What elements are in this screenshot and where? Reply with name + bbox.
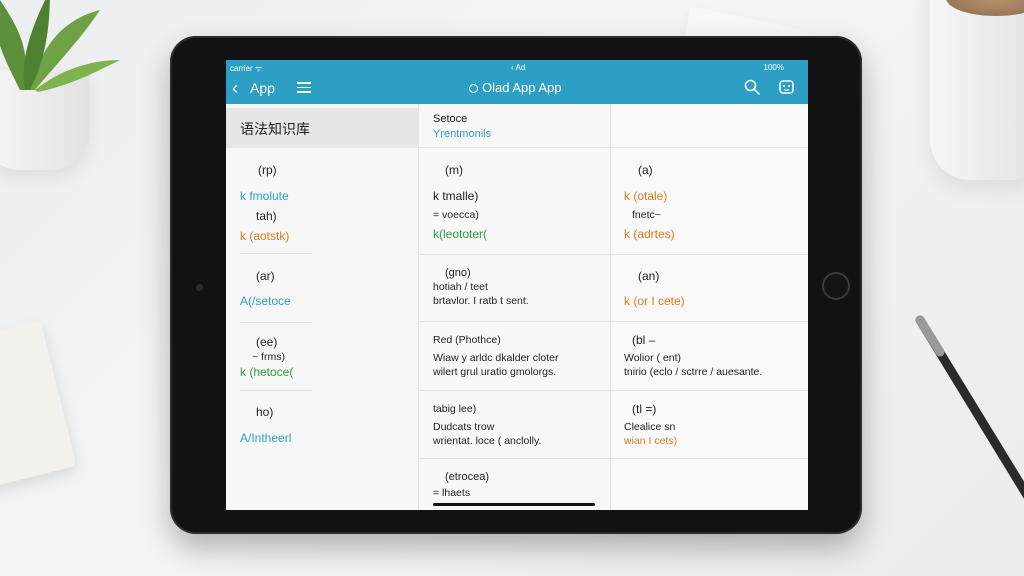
entry-line: (ee) — [256, 335, 278, 349]
plant-leaves-icon — [0, 0, 120, 92]
app-title: Olad App App — [469, 80, 562, 95]
entry-line: wilert grul uratio gmolorgs. — [433, 366, 557, 378]
tablet-screen: carrier ᯤ ‹ Ad 100% ‹ App Olad App App 语… — [226, 60, 808, 510]
entry-line: Dudcats trow — [433, 421, 495, 433]
entry-line: Red (Phothce) — [433, 334, 501, 346]
entry-line: ~ frms) — [252, 351, 285, 363]
divider — [419, 458, 611, 459]
entry-line: (etrocea) — [445, 471, 490, 483]
list-item[interactable]: (a) k (otale) fnetc~ k (adrtes) — [624, 162, 675, 242]
divider — [240, 253, 312, 254]
list-item[interactable]: (m) k tmalle) = voecca) k(leototer( — [433, 162, 487, 242]
divider — [419, 390, 611, 391]
entry-line: k (adrtes) — [624, 227, 675, 241]
list-item[interactable]: ho) A/Intheerl — [240, 404, 291, 446]
list-item[interactable]: tabig lee) Dudcats trow wrientat. loce (… — [433, 402, 541, 448]
column-header-title: Setoce — [433, 113, 468, 125]
list-item[interactable]: (etrocea) = lhaets — [433, 470, 489, 500]
chevron-left-icon[interactable]: ‹ — [232, 79, 238, 97]
entry-line: k (aotstk) — [240, 229, 290, 243]
entry-line: (tl =) — [632, 402, 657, 416]
pen-decor — [915, 315, 1024, 499]
entry-line: k (otale) — [624, 189, 668, 203]
knowledge-base-title: 语法知识库 — [226, 108, 419, 148]
divider — [611, 458, 808, 459]
list-item[interactable]: (gno) hotiah / teet brtavlor. I ratb t s… — [433, 266, 529, 308]
entry-line: Clealice sn — [624, 421, 676, 433]
divider — [611, 321, 808, 322]
list-item[interactable]: (tl =) Clealice sn wian I cets) — [624, 402, 677, 448]
entry-line: tah) — [256, 209, 277, 223]
search-icon[interactable] — [744, 79, 760, 95]
entry-line: Wiaw y arldc dkalder cloter — [433, 352, 559, 364]
entry-line: (ar) — [256, 269, 275, 283]
app-navigation-bar: carrier ᯤ ‹ Ad 100% ‹ App Olad App App — [226, 60, 808, 104]
column-header: Setoce Yrentmonils — [419, 104, 611, 148]
entry-line: k (hetoce( — [240, 365, 294, 379]
entry-line: (gno) — [445, 267, 471, 279]
back-button[interactable]: App — [250, 80, 275, 96]
entry-line: (m) — [445, 163, 463, 177]
status-battery: 100% — [763, 63, 784, 72]
entry-line: hotiah / teet — [433, 281, 488, 293]
profile-icon[interactable] — [778, 78, 795, 95]
entry-line: = lhaets — [433, 487, 471, 499]
home-button[interactable] — [822, 272, 850, 300]
detail-column: (a) k (otale) fnetc~ k (adrtes) (an) k (… — [611, 104, 808, 510]
entry-line: wian I cets) — [624, 435, 678, 447]
entry-line: k (or I cete) — [624, 294, 685, 308]
entry-line: fnetc~ — [632, 209, 661, 221]
entry-line: (a) — [638, 163, 653, 177]
entry-line: (an) — [638, 269, 660, 283]
entry-line: k tmalle) — [433, 189, 479, 203]
entry-line: A(/setoce — [240, 294, 291, 308]
status-time: ‹ Ad — [511, 63, 526, 72]
content-column: Setoce Yrentmonils (m) k tmalle) = voecc… — [419, 104, 611, 510]
list-item[interactable]: (an) k (or I cete) — [624, 268, 685, 309]
coffee-mug — [930, 0, 1024, 180]
column-header — [611, 104, 808, 148]
divider — [611, 390, 808, 391]
entry-line: tabig lee) — [433, 403, 477, 415]
tablet-camera — [196, 284, 203, 291]
list-item[interactable]: (ar) A(/setoce — [240, 268, 291, 309]
divider — [419, 321, 611, 322]
hamburger-menu-icon[interactable] — [297, 82, 311, 93]
status-carrier: carrier ᯤ — [230, 64, 263, 73]
divider — [240, 390, 312, 391]
list-item[interactable]: (rp) k fmolute tah) k (aotstk) — [240, 162, 289, 244]
entry-line: Wolior ( ent) — [624, 352, 681, 364]
entry-line: k fmolute — [240, 189, 289, 203]
divider — [419, 254, 611, 255]
entry-line: brtavlor. I ratb t sent. — [433, 295, 529, 307]
column-header-subtitle: Yrentmonils — [433, 128, 492, 140]
divider — [240, 322, 312, 323]
list-item[interactable]: Red (Phothce) Wiaw y arldc dkalder clote… — [433, 333, 558, 379]
list-item[interactable]: (ee) ~ frms) k (hetoce( — [240, 334, 293, 380]
list-item[interactable]: (bl – Wolior ( ent) tnirio (eclo / sctrr… — [624, 333, 762, 379]
entry-line: (rp) — [258, 163, 277, 177]
notebook-decor — [0, 320, 77, 490]
entry-line: wrientat. loce ( anclolly. — [433, 435, 542, 447]
entry-line: tnirio (eclo / sctrre / auesante. — [624, 366, 763, 378]
knowledge-base-column: 语法知识库 (rp) k fmolute tah) k (aotstk) (ar… — [226, 104, 419, 510]
entry-line: A/Intheerl — [240, 431, 292, 445]
entry-line: (bl – — [632, 333, 656, 347]
scroll-indicator[interactable] — [433, 503, 595, 506]
divider — [611, 254, 808, 255]
entry-line: = voecca) — [433, 209, 479, 221]
app-title-text: Olad App App — [482, 80, 562, 95]
entry-line: k(leototer( — [433, 227, 488, 241]
app-logo-icon — [469, 84, 478, 93]
entry-line: ho) — [256, 405, 274, 419]
